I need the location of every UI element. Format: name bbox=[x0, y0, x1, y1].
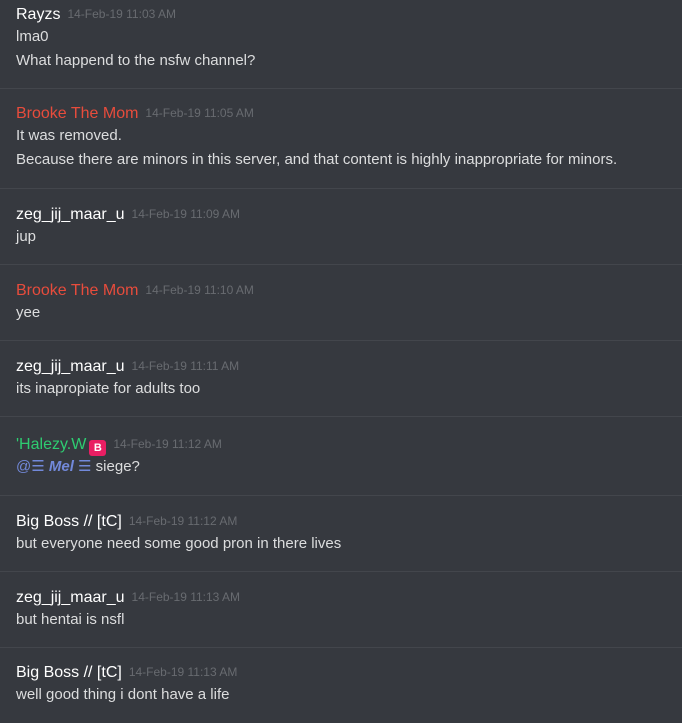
message-header: Brooke The Mom 14-Feb-19 11:05 AM bbox=[16, 102, 682, 124]
message-text: lma0 bbox=[16, 28, 49, 45]
message-header: Rayzs 14-Feb-19 11:03 AM bbox=[16, 3, 682, 25]
message-text: What happend to the nsfw channel? bbox=[16, 52, 256, 69]
message-text: Because there are minors in this server,… bbox=[16, 151, 618, 168]
message-text: yee bbox=[16, 304, 41, 321]
username[interactable]: zeg_jij_maar_u bbox=[16, 589, 125, 606]
message-text: @☰ Mel ☰ siege? bbox=[16, 455, 682, 479]
username[interactable]: zeg_jij_maar_u bbox=[16, 358, 125, 375]
message: zeg_jij_maar_u 14-Feb-19 11:09 AM jup bbox=[0, 203, 682, 249]
message-divider bbox=[0, 495, 682, 496]
message-divider bbox=[0, 571, 682, 572]
b-emoji-icon: B bbox=[89, 440, 107, 456]
timestamp: 14-Feb-19 11:09 AM bbox=[131, 207, 241, 221]
message-header: 'Halezy.W B 14-Feb-19 11:12 AM bbox=[16, 433, 682, 456]
message: Rayzs 14-Feb-19 11:03 AM lma0 What happen… bbox=[0, 3, 682, 73]
message: zeg_jij_maar_u 14-Feb-19 11:11 AM its ina… bbox=[0, 355, 682, 401]
message-text: well good thing i dont have a life bbox=[16, 686, 230, 703]
message-header: zeg_jij_maar_u 14-Feb-19 11:11 AM bbox=[16, 355, 682, 377]
message-text: but everyone need some good pron in ther… bbox=[16, 535, 342, 552]
message-text: jup bbox=[16, 228, 37, 245]
timestamp: 14-Feb-19 11:13 AM bbox=[128, 665, 238, 679]
message-header: Brooke The Mom 14-Feb-19 11:10 AM bbox=[16, 279, 682, 301]
message-divider bbox=[0, 188, 682, 189]
username[interactable]: Big Boss // [tC] bbox=[16, 664, 122, 681]
message-divider bbox=[0, 416, 682, 417]
message-text-after-mention: siege? bbox=[95, 458, 140, 475]
message: 'Halezy.W B 14-Feb-19 11:12 AM @☰ Mel ☰ si… bbox=[0, 433, 682, 479]
chat-log: Rayzs 14-Feb-19 11:03 AM lma0 What happen… bbox=[0, 0, 682, 723]
message: Brooke The Mom 14-Feb-19 11:10 AM yee bbox=[0, 279, 682, 325]
message-text: but hentai is nsfl bbox=[16, 611, 125, 628]
message: Brooke The Mom 14-Feb-19 11:05 AM It was … bbox=[0, 102, 682, 172]
message-text: its inapropiate for adults too bbox=[16, 380, 201, 397]
mention-name: Mel bbox=[48, 458, 74, 475]
username[interactable]: Brooke The Mom bbox=[16, 105, 138, 122]
username[interactable]: 'Halezy.W bbox=[16, 436, 86, 453]
message: Big Boss // [tC] 14-Feb-19 11:12 AM but e… bbox=[0, 510, 682, 556]
timestamp: 14-Feb-19 11:05 AM bbox=[145, 106, 254, 120]
timestamp: 14-Feb-19 11:12 AM bbox=[128, 514, 238, 528]
username[interactable]: zeg_jij_maar_u bbox=[16, 206, 125, 223]
username[interactable]: Rayzs bbox=[16, 6, 60, 23]
message-header: Big Boss // [tC] 14-Feb-19 11:12 AM bbox=[16, 510, 682, 532]
username[interactable]: Brooke The Mom bbox=[16, 282, 138, 299]
message-divider bbox=[0, 647, 682, 648]
message-divider bbox=[0, 340, 682, 341]
message-divider bbox=[0, 264, 682, 265]
username[interactable]: Big Boss // [tC] bbox=[16, 513, 122, 530]
message-text: It was removed. bbox=[16, 127, 122, 144]
mention-prefix: @☰ bbox=[16, 458, 45, 475]
timestamp: 14-Feb-19 11:13 AM bbox=[131, 590, 241, 604]
message: Big Boss // [tC] 14-Feb-19 11:13 AM well … bbox=[0, 661, 682, 707]
message: zeg_jij_maar_u 14-Feb-19 11:13 AM but hen… bbox=[0, 586, 682, 632]
message-header: zeg_jij_maar_u 14-Feb-19 11:09 AM bbox=[16, 203, 682, 225]
message-divider bbox=[0, 88, 682, 89]
user-mention[interactable]: @☰ Mel ☰ bbox=[16, 458, 92, 475]
message-header: zeg_jij_maar_u 14-Feb-19 11:13 AM bbox=[16, 586, 682, 608]
timestamp: 14-Feb-19 11:10 AM bbox=[145, 283, 254, 297]
timestamp: 14-Feb-19 11:03 AM bbox=[67, 7, 176, 21]
mention-suffix: ☰ bbox=[78, 458, 92, 475]
timestamp: 14-Feb-19 11:11 AM bbox=[131, 359, 240, 373]
timestamp: 14-Feb-19 11:12 AM bbox=[113, 437, 222, 451]
message-header: Big Boss // [tC] 14-Feb-19 11:13 AM bbox=[16, 661, 682, 683]
